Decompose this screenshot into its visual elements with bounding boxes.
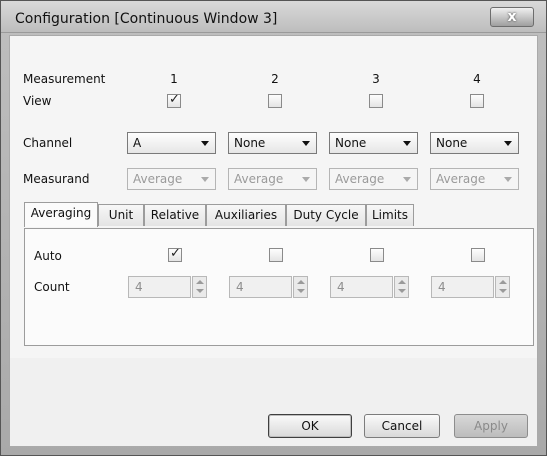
chevron-down-icon (504, 141, 512, 146)
count-spinbox-1[interactable]: 4 (128, 276, 208, 298)
auto-checkbox-2[interactable]: ✓ (269, 248, 283, 262)
measurand-select-2[interactable]: Average (228, 168, 317, 190)
check-icon: ✓ (169, 92, 180, 107)
count-field[interactable]: 4 (330, 276, 393, 298)
chevron-down-icon (504, 177, 512, 182)
view-label: View (23, 94, 52, 108)
chevron-down-icon (403, 177, 411, 182)
count-spinbox-2[interactable]: 4 (229, 276, 309, 298)
spin-down-icon[interactable] (297, 289, 305, 293)
view-checkbox-3[interactable]: ✓ (369, 94, 383, 108)
view-checkbox-2[interactable]: ✓ (268, 94, 282, 108)
channel-value: A (133, 136, 142, 150)
chevron-down-icon (302, 141, 310, 146)
channel-select-1[interactable]: A (127, 132, 216, 154)
check-icon: ✓ (170, 246, 181, 261)
measurand-value: Average (133, 172, 183, 186)
count-label: Count (34, 280, 70, 294)
count-spinbox-3[interactable]: 4 (330, 276, 410, 298)
spin-up-icon[interactable] (499, 280, 507, 284)
measurement-label: Measurement (23, 72, 106, 86)
channel-select-4[interactable]: None (430, 132, 519, 154)
channel-select-3[interactable]: None (329, 132, 418, 154)
auto-checkbox-4[interactable]: ✓ (471, 248, 485, 262)
tab-unit[interactable]: Unit (98, 204, 144, 226)
spin-arrows-icon[interactable] (495, 276, 510, 298)
spin-up-icon[interactable] (196, 280, 204, 284)
averaging-panel: Auto Count ✓ ✓ ✓ ✓ 4 4 4 4 (24, 228, 534, 346)
tab-duty-cycle[interactable]: Duty Cycle (286, 204, 366, 226)
measurand-value: Average (234, 172, 284, 186)
measurement-col-4: 4 (473, 72, 481, 86)
spin-up-icon[interactable] (398, 280, 406, 284)
measurement-col-2: 2 (271, 72, 279, 86)
dialog-body: Measurement View 1 2 3 4 ✓ ✓ ✓ ✓ Channel… (9, 35, 538, 447)
auto-checkbox-1[interactable]: ✓ (168, 246, 182, 262)
configuration-dialog: Configuration [Continuous Window 3] x Me… (0, 0, 547, 456)
measurand-value: Average (436, 172, 486, 186)
spin-up-icon[interactable] (297, 280, 305, 284)
apply-button[interactable]: Apply (454, 414, 528, 438)
cancel-button[interactable]: Cancel (364, 414, 440, 438)
measurand-select-4[interactable]: Average (430, 168, 519, 190)
tab-auxiliaries[interactable]: Auxiliaries (206, 204, 286, 226)
channel-value: None (335, 136, 367, 150)
button-bar: OK Cancel Apply (10, 358, 537, 446)
title-bar[interactable]: Configuration [Continuous Window 3] x (1, 1, 546, 33)
chevron-down-icon (302, 177, 310, 182)
measurement-col-3: 3 (372, 72, 380, 86)
measurand-select-3[interactable]: Average (329, 168, 418, 190)
view-checkbox-1[interactable]: ✓ (167, 92, 181, 108)
chevron-down-icon (403, 141, 411, 146)
measurand-label: Measurand (23, 172, 90, 186)
tab-limits[interactable]: Limits (366, 204, 414, 226)
spin-arrows-icon[interactable] (394, 276, 409, 298)
close-button[interactable]: x (490, 7, 534, 27)
count-spinbox-4[interactable]: 4 (431, 276, 511, 298)
measurand-select-1[interactable]: Average (127, 168, 216, 190)
chevron-down-icon (201, 141, 209, 146)
tab-relative[interactable]: Relative (144, 204, 206, 226)
ok-button[interactable]: OK (268, 414, 352, 438)
channel-value: None (234, 136, 266, 150)
measurand-value: Average (335, 172, 385, 186)
count-field[interactable]: 4 (128, 276, 191, 298)
spin-arrows-icon[interactable] (293, 276, 308, 298)
auto-checkbox-3[interactable]: ✓ (370, 248, 384, 262)
count-field[interactable]: 4 (229, 276, 292, 298)
auto-label: Auto (34, 249, 62, 263)
close-icon: x (507, 9, 517, 25)
channel-select-2[interactable]: None (228, 132, 317, 154)
channel-label: Channel (23, 136, 73, 150)
view-checkbox-4[interactable]: ✓ (470, 94, 484, 108)
measurement-col-1: 1 (170, 72, 178, 86)
spin-down-icon[interactable] (398, 289, 406, 293)
chevron-down-icon (201, 177, 209, 182)
spin-down-icon[interactable] (196, 289, 204, 293)
spin-arrows-icon[interactable] (192, 276, 207, 298)
count-field[interactable]: 4 (431, 276, 494, 298)
spin-down-icon[interactable] (499, 289, 507, 293)
channel-value: None (436, 136, 468, 150)
window-title: Configuration [Continuous Window 3] (15, 11, 278, 27)
tab-averaging[interactable]: Averaging (24, 202, 98, 227)
